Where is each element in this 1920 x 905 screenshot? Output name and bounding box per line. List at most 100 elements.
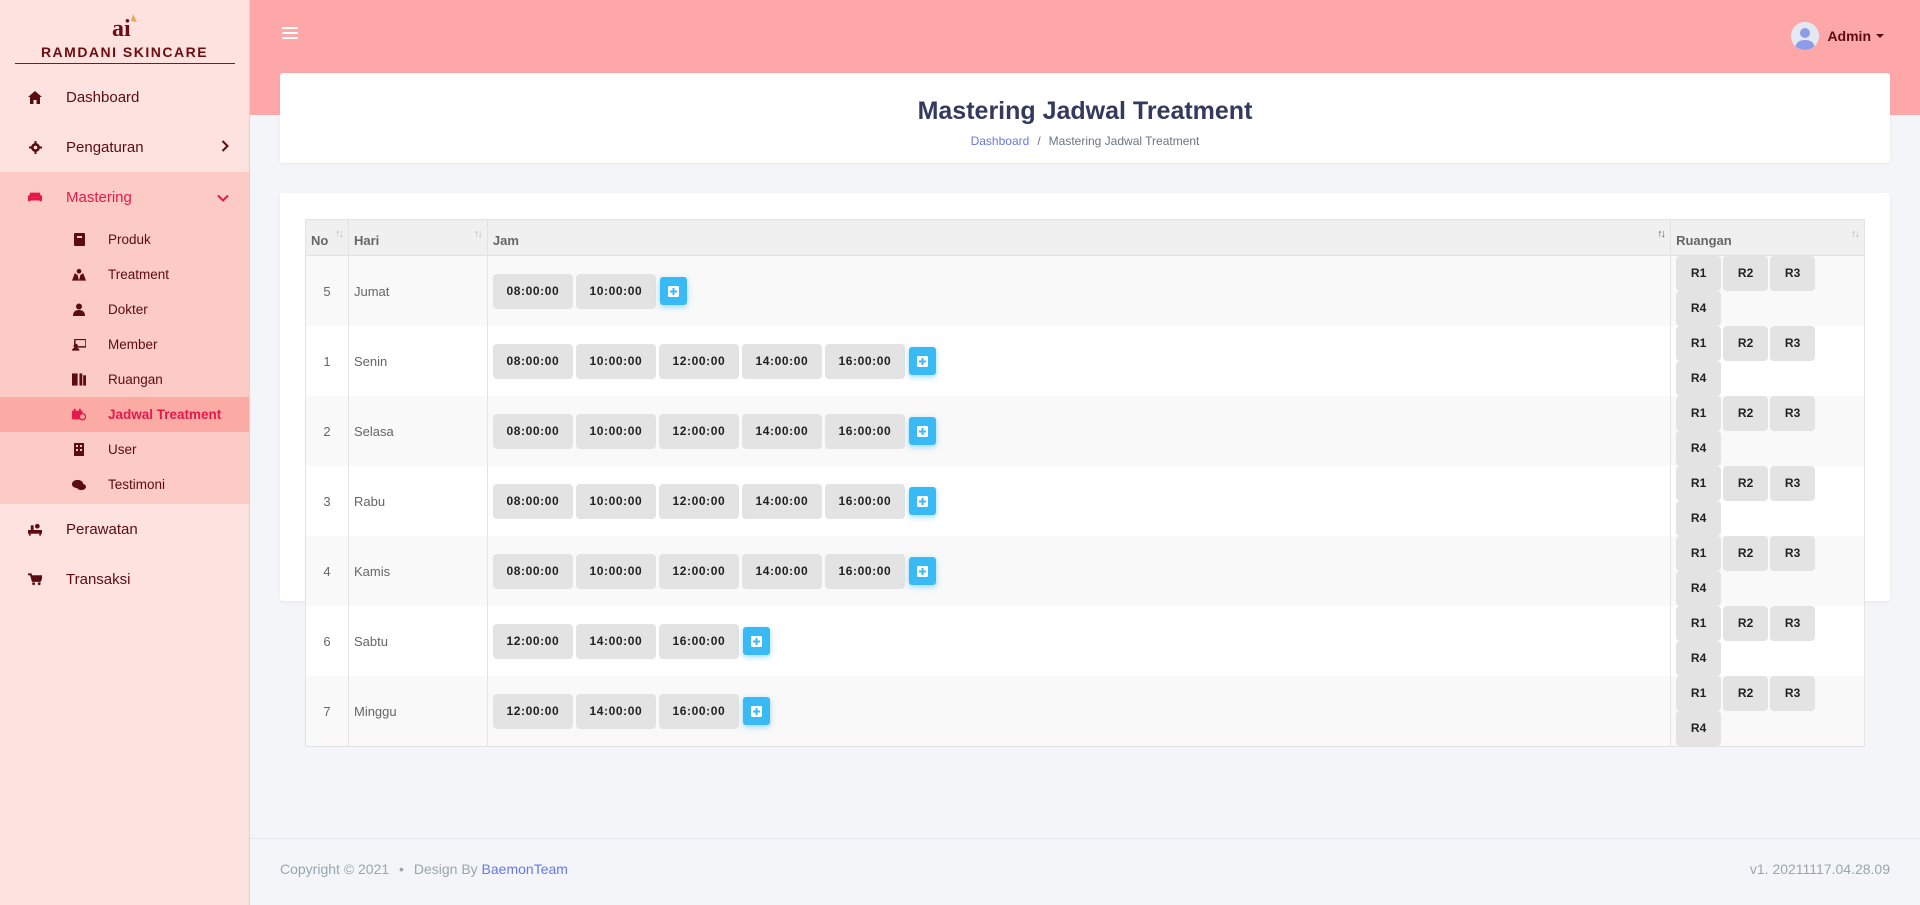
time-slot-button[interactable]: 14:00:00	[741, 483, 822, 519]
sidebar-item-testimoni[interactable]: Testimoni	[0, 467, 249, 502]
time-slot-button[interactable]: 08:00:00	[492, 413, 573, 449]
room-button[interactable]: R1	[1676, 606, 1722, 641]
room-button[interactable]: R4	[1676, 641, 1722, 676]
room-button[interactable]: R2	[1723, 396, 1769, 431]
time-slot-button[interactable]: 10:00:00	[575, 553, 656, 589]
room-button[interactable]: R1	[1676, 466, 1722, 501]
room-button[interactable]: R4	[1676, 711, 1722, 746]
room-button[interactable]: R3	[1770, 396, 1816, 431]
time-slot-button[interactable]: 12:00:00	[658, 553, 739, 589]
room-button[interactable]: R4	[1676, 571, 1722, 606]
sidebar-item-jadwal-treatment[interactable]: Jadwal Treatment	[0, 397, 249, 432]
sort-icon: ↑↓	[1851, 228, 1860, 240]
brand[interactable]: ai RAMDANI SKINCARE	[0, 0, 249, 72]
design-by-text: Design By	[413, 861, 478, 877]
sidebar-item-user[interactable]: User	[0, 432, 249, 467]
cell-hari: Senin	[347, 326, 488, 396]
sidebar-item-pengaturan[interactable]: Pengaturan	[0, 122, 249, 172]
time-slot-button[interactable]: 12:00:00	[492, 623, 573, 659]
time-slot-button[interactable]: 14:00:00	[741, 553, 822, 589]
sidebar-item-dokter[interactable]: Dokter	[0, 292, 249, 327]
time-slot-button[interactable]: 08:00:00	[492, 343, 573, 379]
time-slot-button[interactable]: 12:00:00	[492, 693, 573, 729]
room-button[interactable]: R2	[1723, 606, 1769, 641]
room-button[interactable]: R1	[1676, 396, 1722, 431]
room-button[interactable]: R3	[1770, 676, 1816, 711]
add-time-slot-button[interactable]	[742, 697, 770, 725]
sidebar-item-dashboard[interactable]: Dashboard	[0, 72, 249, 122]
time-slot-button[interactable]: 12:00:00	[658, 483, 739, 519]
time-slot-button[interactable]: 16:00:00	[824, 413, 905, 449]
time-slot-button[interactable]: 16:00:00	[658, 693, 739, 729]
time-slot-button[interactable]: 14:00:00	[575, 623, 656, 659]
time-slot-button[interactable]: 14:00:00	[741, 413, 822, 449]
table-row: 1 Senin 08:00:00 10:00:00 12:00:00 14:00:00 16…	[305, 326, 1865, 396]
room-button[interactable]: R2	[1723, 256, 1769, 291]
time-slot-button[interactable]: 08:00:00	[492, 273, 573, 309]
column-header-hari[interactable]: Hari ↑↓	[347, 219, 488, 256]
column-header-ruangan[interactable]: Ruangan ↑↓	[1670, 219, 1865, 256]
time-slot-button[interactable]: 16:00:00	[824, 343, 905, 379]
room-button[interactable]: R1	[1676, 256, 1722, 291]
add-time-slot-button[interactable]	[908, 487, 936, 515]
add-time-slot-button[interactable]	[659, 277, 687, 305]
time-slot-button[interactable]: 10:00:00	[575, 413, 656, 449]
time-slot-button[interactable]: 10:00:00	[575, 343, 656, 379]
room-button[interactable]: R3	[1770, 326, 1816, 361]
sidebar-item-ruangan[interactable]: Ruangan	[0, 362, 249, 397]
time-slot-button[interactable]: 12:00:00	[658, 413, 739, 449]
cell-ruangan: R1 R2 R3 R4	[1670, 676, 1865, 747]
column-header-label: No	[311, 233, 329, 248]
time-slot-button[interactable]: 10:00:00	[575, 483, 656, 519]
add-time-slot-button[interactable]	[908, 347, 936, 375]
time-slot-button[interactable]: 16:00:00	[824, 553, 905, 589]
time-slot-button[interactable]: 16:00:00	[824, 483, 905, 519]
room-button[interactable]: R3	[1770, 256, 1816, 291]
time-slot-button[interactable]: 14:00:00	[575, 693, 656, 729]
room-button[interactable]: R1	[1676, 536, 1722, 571]
room-button[interactable]: R3	[1770, 606, 1816, 641]
sidebar-item-mastering[interactable]: Mastering	[0, 172, 249, 222]
mastering-submenu: Produk Treatment Dokter Member Ruangan J…	[0, 222, 249, 504]
team-link[interactable]: BaemonTeam	[482, 861, 568, 877]
sidebar-item-treatment[interactable]: Treatment	[0, 257, 249, 292]
column-header-no[interactable]: No ↑↓	[305, 219, 349, 256]
time-slot-button[interactable]: 12:00:00	[658, 343, 739, 379]
room-button[interactable]: R1	[1676, 326, 1722, 361]
sidebar-item-transaksi[interactable]: Transaksi	[0, 554, 249, 604]
user-menu[interactable]: Admin	[1791, 22, 1884, 50]
sidebar-item-produk[interactable]: Produk	[0, 222, 249, 257]
room-button[interactable]: R4	[1676, 501, 1722, 536]
avatar	[1791, 22, 1820, 50]
time-slot-button[interactable]: 08:00:00	[492, 553, 573, 589]
footer-left: Copyright © 2021 • Design By BaemonTeam	[280, 861, 568, 877]
hamburger-menu-icon[interactable]	[282, 26, 298, 45]
room-button[interactable]: R2	[1723, 466, 1769, 501]
room-button[interactable]: R3	[1770, 536, 1816, 571]
sidebar-item-member[interactable]: Member	[0, 327, 249, 362]
cell-jam: 08:00:00 10:00:00 12:00:00 14:00:00 16:00:00	[486, 536, 1672, 606]
room-button[interactable]: R2	[1723, 536, 1769, 571]
room-button[interactable]: R4	[1676, 431, 1722, 466]
sidebar-item-label: Transaksi	[66, 570, 131, 588]
room-button[interactable]: R4	[1676, 361, 1722, 396]
sidebar-item-perawatan[interactable]: Perawatan	[0, 504, 249, 554]
room-button[interactable]: R2	[1723, 676, 1769, 711]
time-slot-button[interactable]: 14:00:00	[741, 343, 822, 379]
brand-logo-icon: ai	[109, 12, 141, 40]
room-button[interactable]: R3	[1770, 466, 1816, 501]
room-button[interactable]: R4	[1676, 291, 1722, 326]
add-time-slot-button[interactable]	[908, 417, 936, 445]
column-header-label: Ruangan	[1676, 233, 1732, 248]
room-button[interactable]: R1	[1676, 676, 1722, 711]
sidebar: ai RAMDANI SKINCARE Dashboard Pengaturan	[0, 0, 250, 905]
time-slot-button[interactable]: 16:00:00	[658, 623, 739, 659]
time-slot-button[interactable]: 08:00:00	[492, 483, 573, 519]
room-button[interactable]: R2	[1723, 326, 1769, 361]
add-time-slot-button[interactable]	[908, 557, 936, 585]
time-slot-button[interactable]: 10:00:00	[575, 273, 656, 309]
column-header-jam[interactable]: Jam ↑↓	[486, 219, 1672, 256]
add-time-slot-button[interactable]	[742, 627, 770, 655]
table-row: 7 Minggu 12:00:00 14:00:00 16:00:00 R1 R2 R3R4	[305, 676, 1865, 747]
breadcrumb-dashboard-link[interactable]: Dashboard	[971, 134, 1030, 148]
